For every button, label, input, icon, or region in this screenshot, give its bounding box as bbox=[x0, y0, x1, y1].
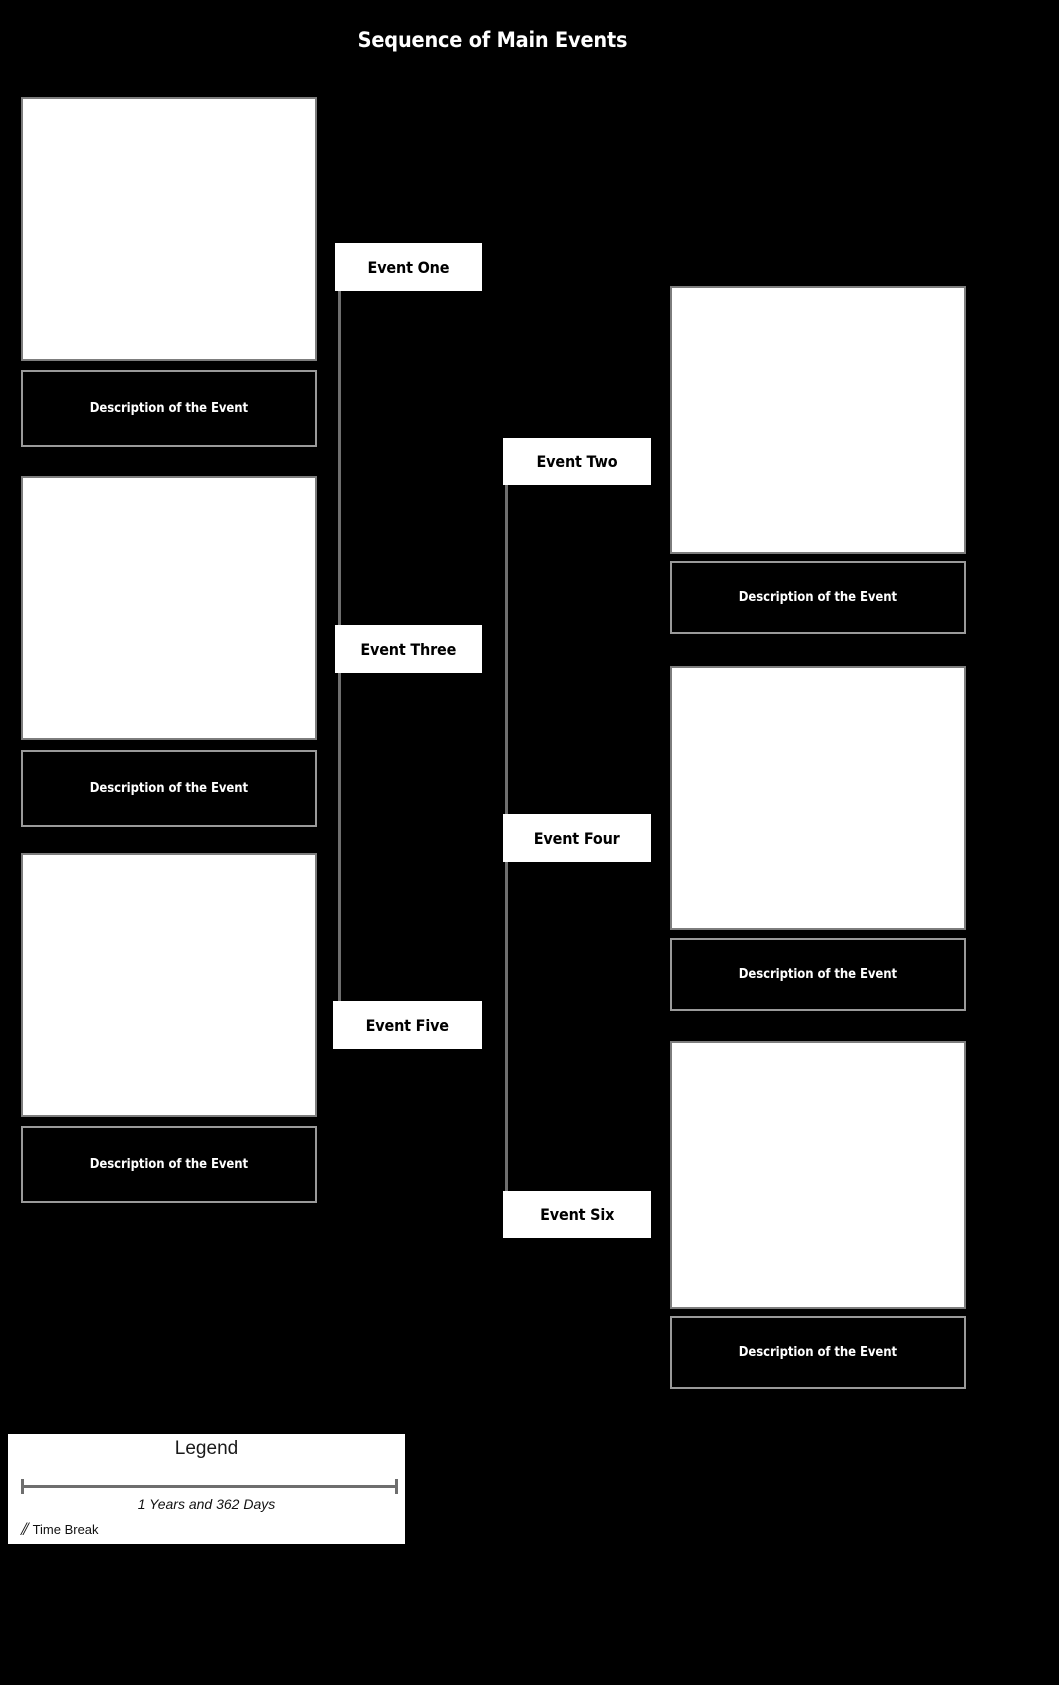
event-label-text: Event Six bbox=[539, 1205, 615, 1224]
legend-scale-bar bbox=[21, 1479, 398, 1494]
event-description-text: Description of the Event bbox=[738, 967, 898, 982]
legend-panel: Legend 1 Years and 362 Days // Time Brea… bbox=[8, 1434, 405, 1544]
event-label-three[interactable]: Event Three bbox=[335, 625, 482, 673]
event-description-text: Description of the Event bbox=[89, 401, 249, 416]
event-description-six: Description of the Event bbox=[670, 1316, 966, 1389]
legend-title: Legend bbox=[174, 1438, 239, 1459]
event-label-four[interactable]: Event Four bbox=[503, 814, 651, 862]
time-break-icon: // bbox=[21, 1518, 28, 1540]
event-label-text: Event Three bbox=[360, 639, 457, 659]
page-title: Sequence of Main Events bbox=[357, 28, 628, 52]
scale-line bbox=[21, 1485, 398, 1488]
event-image-five bbox=[21, 853, 317, 1117]
event-description-text: Description of the Event bbox=[738, 590, 898, 605]
event-description-two: Description of the Event bbox=[670, 561, 966, 634]
legend-scale-label: 1 Years and 362 Days bbox=[137, 1496, 276, 1512]
event-label-two[interactable]: Event Two bbox=[503, 438, 651, 485]
event-label-six[interactable]: Event Six bbox=[503, 1191, 651, 1238]
scale-cap-right bbox=[395, 1479, 398, 1494]
legend-time-break-item: // Time Break bbox=[21, 1518, 99, 1540]
event-label-one[interactable]: Event One bbox=[335, 243, 482, 291]
event-description-text: Description of the Event bbox=[89, 1157, 249, 1172]
event-description-text: Description of the Event bbox=[89, 781, 249, 796]
event-label-text: Event One bbox=[367, 257, 450, 277]
event-label-text: Event Four bbox=[534, 828, 620, 848]
event-description-text: Description of the Event bbox=[738, 1345, 898, 1360]
event-image-three bbox=[21, 476, 317, 740]
event-description-one: Description of the Event bbox=[21, 370, 317, 447]
event-description-five: Description of the Event bbox=[21, 1126, 317, 1203]
event-image-six bbox=[670, 1041, 966, 1309]
legend-time-break-label: Time Break bbox=[32, 1522, 99, 1537]
event-description-three: Description of the Event bbox=[21, 750, 317, 827]
event-image-two bbox=[670, 286, 966, 554]
event-label-text: Event Five bbox=[365, 1015, 450, 1035]
event-label-five[interactable]: Event Five bbox=[333, 1001, 482, 1049]
event-description-four: Description of the Event bbox=[670, 938, 966, 1011]
event-image-one bbox=[21, 97, 317, 361]
event-image-four bbox=[670, 666, 966, 930]
event-label-text: Event Two bbox=[536, 452, 618, 471]
